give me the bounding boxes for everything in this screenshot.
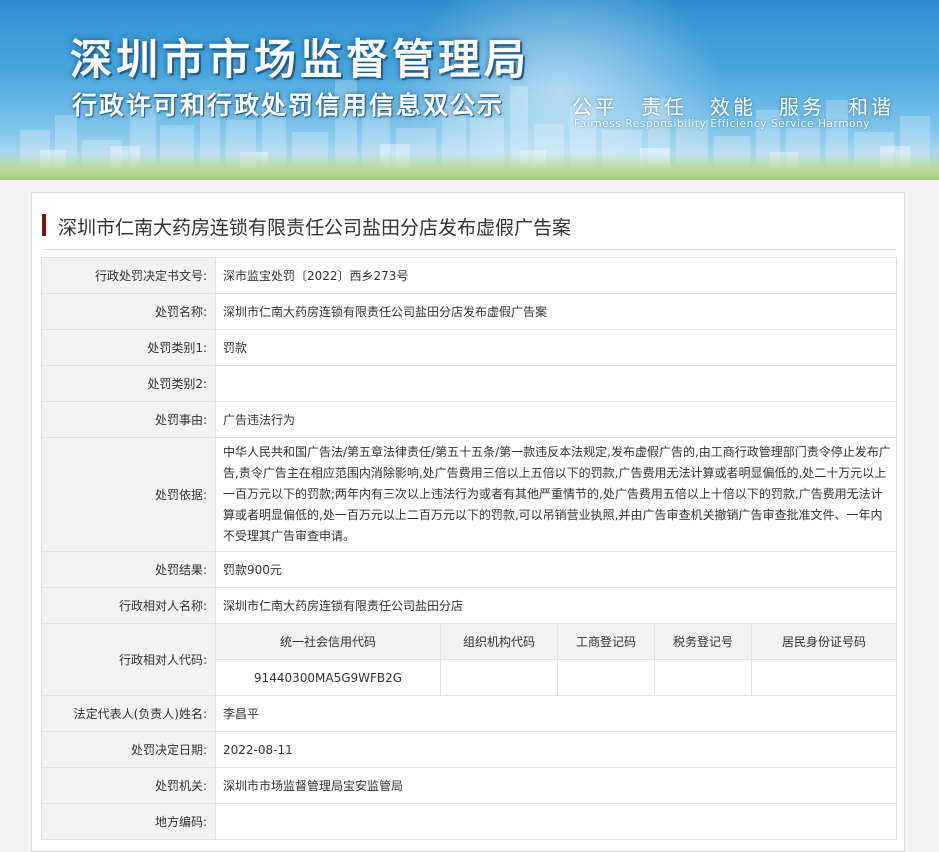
party-code-table: 统一社会信用代码 组织机构代码 工商登记码 税务登记号 居民身份证号码 9144… <box>216 624 896 695</box>
tax-reg-number <box>654 659 752 695</box>
field-label: 处罚名称: <box>41 293 216 330</box>
column-header: 组织机构代码 <box>440 624 558 660</box>
legal-representative: 李昌平 <box>215 695 897 732</box>
table-row: 处罚机关: 深圳市市场监督管理局宝安监管局 <box>41 767 897 804</box>
party-code-value-row: 91440300MA5G9WFB2G <box>216 659 896 695</box>
field-label: 处罚事由: <box>41 401 216 438</box>
table-row: 行政相对人代码: 统一社会信用代码 组织机构代码 工商登记码 税务登记号 居民身… <box>41 623 897 696</box>
site-subtitle: 行政许可和行政处罚信用信息双公示 <box>72 91 505 120</box>
table-row: 处罚决定日期: 2022-08-11 <box>41 731 897 768</box>
slogan: 公平 责任 效能 服务 和谐 <box>572 95 894 119</box>
decision-date: 2022-08-11 <box>215 731 897 768</box>
id-card-number <box>751 659 896 695</box>
penalty-basis: 中华人民共和国广告法/第五章法律责任/第五十五条/第一款违反本法规定,发布虚假广… <box>215 437 897 552</box>
field-label: 处罚类别2: <box>41 365 216 402</box>
penalty-result: 罚款900元 <box>215 551 897 588</box>
slogan-english: Fairness Responsibility Efficiency Servi… <box>574 118 871 130</box>
penalty-authority: 深圳市市场监督管理局宝安监管局 <box>215 767 897 804</box>
field-label: 行政相对人代码: <box>41 623 216 696</box>
table-row: 行政相对人名称: 深圳市仁南大药房连锁有限责任公司盐田分店 <box>41 587 897 624</box>
table-row: 地方编码: <box>41 803 897 840</box>
party-code-cell: 统一社会信用代码 组织机构代码 工商登记码 税务登记号 居民身份证号码 9144… <box>215 623 897 696</box>
party-name: 深圳市仁南大药房连锁有限责任公司盐田分店 <box>215 587 897 624</box>
case-detail-panel: 深圳市仁南大药房连锁有限责任公司盐田分店发布虚假广告案 行政处罚决定书文号: 深… <box>31 192 905 852</box>
banner-greenery <box>0 154 939 180</box>
table-row: 法定代表人(负责人)姓名: 李昌平 <box>41 695 897 732</box>
case-info-table: 行政处罚决定书文号: 深市监宝处罚〔2022〕西乡273号 处罚名称: 深圳市仁… <box>41 257 897 840</box>
penalty-type-2 <box>215 365 897 402</box>
site-title: 深圳市市场监督管理局 <box>70 35 531 84</box>
table-row: 处罚事由: 广告违法行为 <box>41 401 897 438</box>
column-header: 工商登记码 <box>557 624 655 660</box>
field-label: 行政相对人名称: <box>41 587 216 624</box>
table-row: 处罚类别1: 罚款 <box>41 329 897 366</box>
field-label: 法定代表人(负责人)姓名: <box>41 695 216 732</box>
field-label: 处罚决定日期: <box>41 731 216 768</box>
column-header: 居民身份证号码 <box>751 624 896 660</box>
field-label: 处罚依据: <box>41 437 216 552</box>
column-header: 统一社会信用代码 <box>216 624 441 660</box>
business-reg-code <box>557 659 655 695</box>
field-label: 地方编码: <box>41 803 216 840</box>
table-row: 行政处罚决定书文号: 深市监宝处罚〔2022〕西乡273号 <box>41 257 897 294</box>
field-label: 行政处罚决定书文号: <box>41 257 216 294</box>
column-header: 税务登记号 <box>654 624 752 660</box>
credit-code: 91440300MA5G9WFB2G <box>253 670 403 685</box>
field-label: 处罚结果: <box>41 551 216 588</box>
table-row: 处罚依据: 中华人民共和国广告法/第五章法律责任/第五十五条/第一款违反本法规定… <box>41 437 897 552</box>
area-code <box>215 803 897 840</box>
header-banner: 深圳市市场监督管理局 行政许可和行政处罚信用信息双公示 公平 责任 效能 服务 … <box>0 0 939 180</box>
decision-doc-number: 深市监宝处罚〔2022〕西乡273号 <box>215 257 897 294</box>
case-title-bar: 深圳市仁南大药房连锁有限责任公司盐田分店发布虚假广告案 <box>42 211 896 250</box>
org-code <box>440 659 558 695</box>
penalty-reason: 广告违法行为 <box>215 401 897 438</box>
table-row: 处罚类别2: <box>41 365 897 402</box>
field-label: 处罚机关: <box>41 767 216 804</box>
table-row: 处罚结果: 罚款900元 <box>41 551 897 588</box>
case-title: 深圳市仁南大药房连锁有限责任公司盐田分店发布虚假广告案 <box>58 217 572 239</box>
title-accent-bar <box>42 214 46 236</box>
party-code-header-row: 统一社会信用代码 组织机构代码 工商登记码 税务登记号 居民身份证号码 <box>216 624 896 660</box>
field-label: 处罚类别1: <box>41 329 216 366</box>
penalty-type-1: 罚款 <box>215 329 897 366</box>
penalty-name: 深圳市仁南大药房连锁有限责任公司盐田分店发布虚假广告案 <box>215 293 897 330</box>
table-row: 处罚名称: 深圳市仁南大药房连锁有限责任公司盐田分店发布虚假广告案 <box>41 293 897 330</box>
